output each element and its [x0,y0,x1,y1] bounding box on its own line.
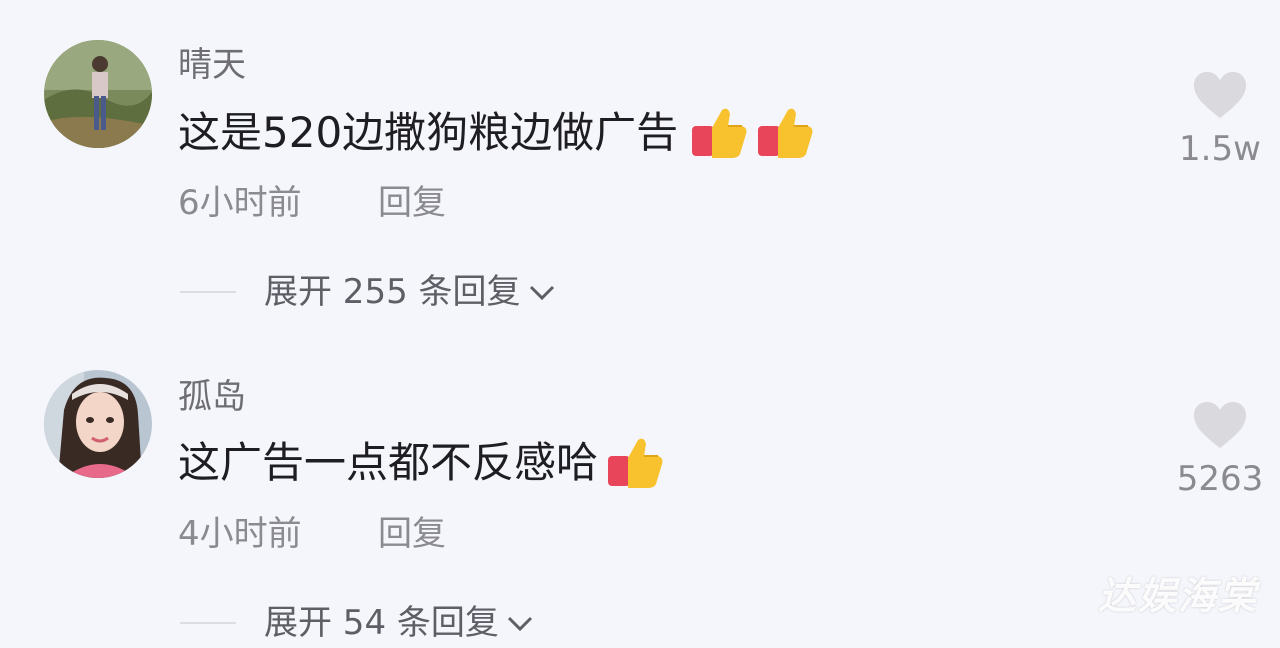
chevron-down-icon [507,616,532,632]
divider-line [180,291,236,293]
timestamp: 4小时前 [178,514,302,554]
chevron-down-icon [529,285,554,301]
username[interactable]: 孤岛 [178,380,246,414]
heart-icon [1194,402,1246,448]
watermark: 达娱海棠 [1097,574,1258,618]
comment-text-row: 这是520边撒狗粮边做广告 [178,106,814,160]
reply-button[interactable]: 回复 [378,186,446,220]
heart-icon [1194,72,1246,118]
like-button[interactable]: 1.5w [1160,70,1280,166]
avatar[interactable] [44,370,152,478]
comment-text: 这广告一点都不反感哈 [178,438,599,487]
comment-meta: 4小时前 回复 [178,517,446,551]
username[interactable]: 晴天 [178,48,246,82]
timestamp: 6小时前 [178,183,302,223]
expand-replies-button[interactable]: 展开 255 条回复 [180,275,559,309]
like-count: 5263 [1176,459,1264,499]
thumbs-up-emoji [606,436,664,490]
like-button[interactable]: 5263 [1160,400,1280,496]
expand-replies-button[interactable]: 展开 54 条回复 [180,606,537,640]
expand-replies-label: 展开 255 条回复 [264,272,521,312]
divider-line [180,622,236,624]
comment-text-row: 这广告一点都不反感哈 [178,436,664,490]
thumbs-up-emoji [756,106,814,160]
reply-button[interactable]: 回复 [378,517,446,551]
thumbs-up-emoji [690,106,748,160]
like-count: 1.5w [1179,129,1261,169]
expand-replies-label: 展开 54 条回复 [264,603,499,643]
avatar[interactable] [44,40,152,148]
comment-text: 这是520边撒狗粮边做广告 [178,108,679,157]
comment-meta: 6小时前 回复 [178,186,446,220]
